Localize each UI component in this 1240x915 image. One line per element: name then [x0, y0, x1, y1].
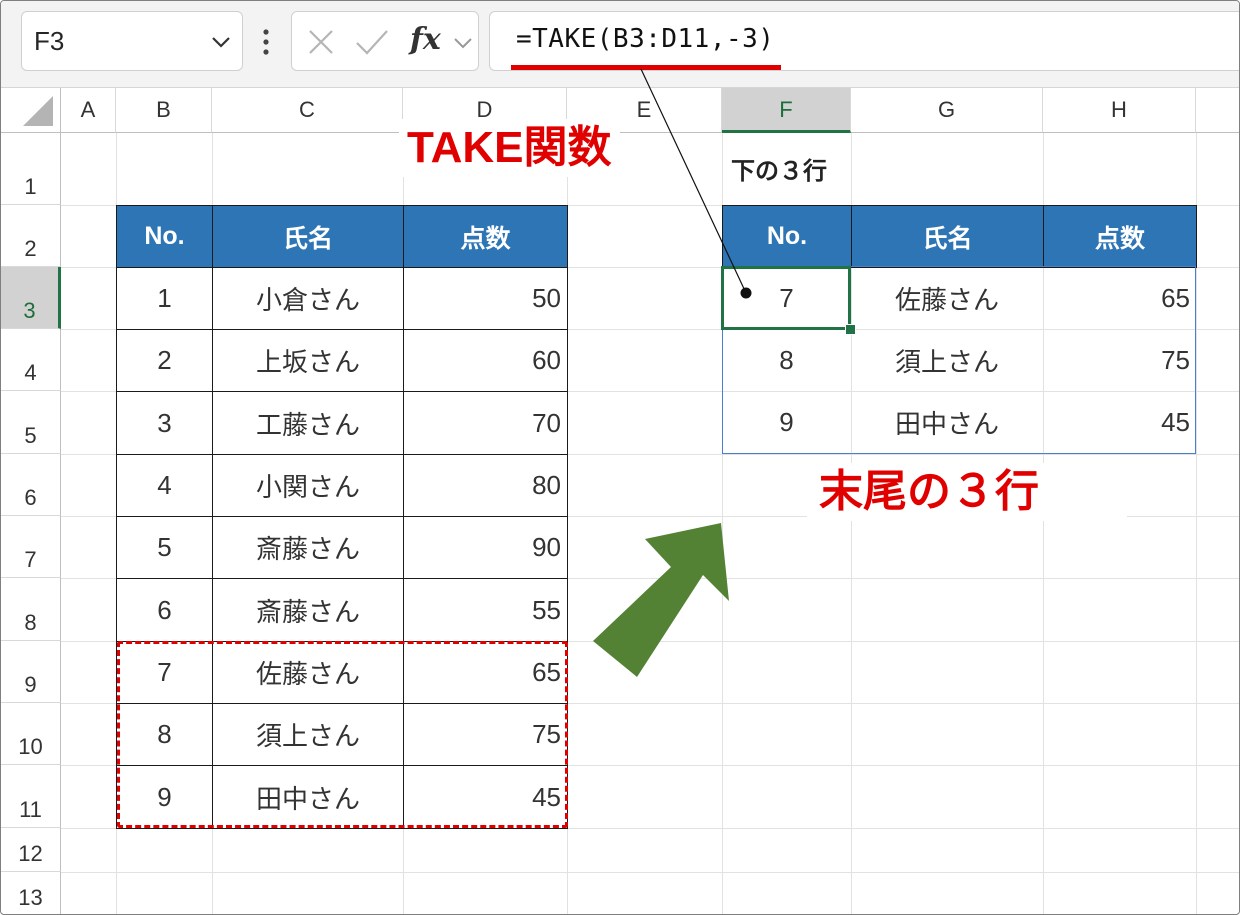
- spreadsheet-window: F3 fx =TAKE(B3:D11,-3) A B C D E F G H 1…: [0, 0, 1240, 915]
- arrow-up-right-icon: [593, 523, 729, 677]
